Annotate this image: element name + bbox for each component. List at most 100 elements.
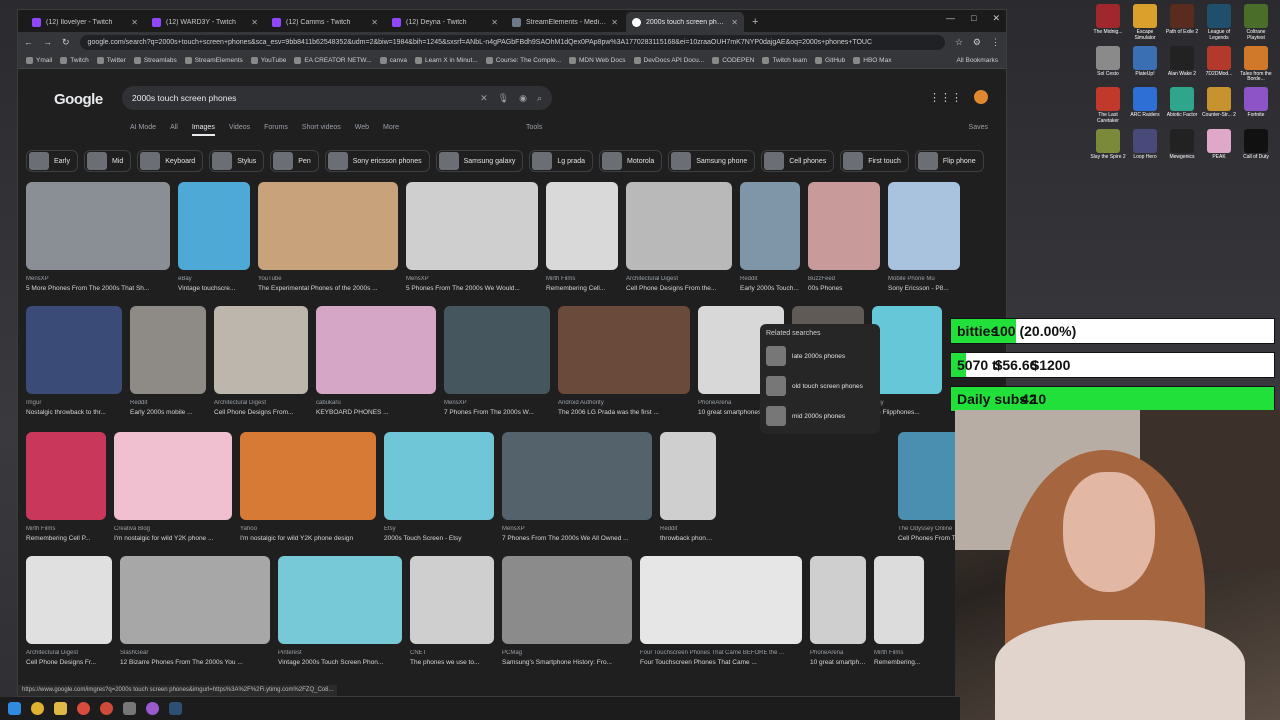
search-tab-images[interactable]: Images <box>191 124 215 136</box>
image-result[interactable]: Etsy 2000s Touch Screen - Etsy <box>384 432 494 542</box>
result-source[interactable]: Mirth Films <box>546 276 618 282</box>
result-caption[interactable]: The Experimental Phones of the 2000s ... <box>258 285 398 292</box>
result-caption[interactable]: 5 Phones From The 2000s We Would... <box>406 285 538 292</box>
bookmark-star-icon[interactable]: ☆ <box>955 37 963 48</box>
result-source[interactable]: MensXP <box>444 400 550 406</box>
result-source[interactable]: Architectural Digest <box>214 400 308 406</box>
bookmark-item[interactable]: Twitch team <box>762 56 807 64</box>
result-thumbnail[interactable] <box>26 556 112 644</box>
settings-icon[interactable] <box>123 702 136 715</box>
image-result[interactable]: Mirth Films Remembering... <box>874 556 924 666</box>
result-source[interactable]: PCMag <box>502 650 632 656</box>
result-thumbnail[interactable] <box>874 556 924 644</box>
result-thumbnail[interactable] <box>178 182 250 270</box>
result-thumbnail[interactable] <box>316 306 436 394</box>
result-caption[interactable]: 10 great smartpho... <box>810 659 866 666</box>
result-thumbnail[interactable] <box>626 182 732 270</box>
image-result[interactable]: MensXP 7 Phones From The 2000s W... <box>444 306 550 416</box>
bookmark-item[interactable]: Twitch <box>60 56 89 64</box>
bookmark-item[interactable]: HBO Max <box>853 56 891 64</box>
search-tab-videos[interactable]: Videos <box>229 124 250 136</box>
result-caption[interactable]: Remembering Cell P... <box>26 535 106 542</box>
close-tab-icon[interactable]: ✕ <box>251 18 258 27</box>
camera-icon[interactable]: ◉ <box>519 93 527 104</box>
refinement-chip[interactable]: Pen <box>270 150 319 172</box>
browser-tab[interactable]: StreamElements - Media r ✕ <box>506 12 624 32</box>
search-tab-forums[interactable]: Forums <box>264 124 288 136</box>
desktop-shortcut[interactable]: Loop Hero <box>1127 128 1163 161</box>
result-thumbnail[interactable] <box>872 306 942 394</box>
image-result[interactable]: Reddit Early 2000s Touch... <box>740 182 800 292</box>
result-source[interactable]: MensXP <box>26 276 170 282</box>
tools-button[interactable]: Tools <box>526 124 542 131</box>
refinement-chip[interactable]: Stylus <box>209 150 265 172</box>
result-caption[interactable]: 00s Phones <box>808 285 880 292</box>
bookmark-item[interactable]: DevDocs API Docu... <box>633 56 704 64</box>
desktop-shortcut[interactable]: Escape Simulator <box>1127 4 1163 42</box>
result-thumbnail[interactable] <box>640 556 802 644</box>
google-logo[interactable]: Google <box>54 91 103 108</box>
result-source[interactable]: Etsy <box>384 526 494 532</box>
result-caption[interactable]: Sony Ericsson - P8... <box>888 285 960 292</box>
result-thumbnail[interactable] <box>214 306 308 394</box>
refinement-chip[interactable]: Cell phones <box>761 150 835 172</box>
result-thumbnail[interactable] <box>406 182 538 270</box>
image-result[interactable]: Four Touchscreen Phones That Came BEFORE… <box>640 556 802 666</box>
result-caption[interactable]: Vintage 2000s Touch Screen Phon... <box>278 659 402 666</box>
browser-tab[interactable]: (12) WARD3Y - Twitch ✕ <box>146 12 264 32</box>
search-tab-short-videos[interactable]: Short videos <box>302 124 341 136</box>
result-thumbnail[interactable] <box>558 306 690 394</box>
search-input[interactable]: 2000s touch screen phones <box>132 93 470 103</box>
bookmark-item[interactable]: Streamlabs <box>133 56 177 64</box>
desktop-shortcut[interactable]: The Last Caretaker <box>1090 87 1126 125</box>
desktop-shortcut[interactable]: Call of Duty <box>1238 128 1274 161</box>
bookmark-item[interactable]: Learn X in Minut... <box>414 56 478 64</box>
browser-tab[interactable]: (12) Camms - Twitch ✕ <box>266 12 384 32</box>
result-thumbnail[interactable] <box>240 432 376 520</box>
image-result[interactable]: Mobile Phone Mu Sony Ericsson - P8... <box>888 182 960 292</box>
menu-icon[interactable]: ⋮ <box>991 37 1000 48</box>
desktop-shortcut[interactable]: The Midnig... <box>1090 4 1126 42</box>
result-thumbnail[interactable] <box>502 432 652 520</box>
image-result[interactable]: Architectural Digest Cell Phone Designs F… <box>26 556 112 666</box>
mic-icon[interactable]: 🎙 <box>498 93 509 104</box>
refinement-chip[interactable]: Samsung phone <box>668 150 756 172</box>
refinement-chip[interactable]: Samsung galaxy <box>435 150 524 172</box>
chrome-icon[interactable] <box>77 702 90 715</box>
image-result[interactable]: Yahoo I'm nostalgic for wild Y2K phone de… <box>240 432 376 542</box>
image-result[interactable]: Imgur Nostalgic throwback to thr... <box>26 306 122 416</box>
desktop-shortcut[interactable]: PEAK <box>1201 128 1237 161</box>
result-source[interactable]: MensXP <box>406 276 538 282</box>
result-source[interactable]: Architectural Digest <box>626 276 732 282</box>
desktop-shortcut[interactable]: Coltrane Playtest <box>1238 4 1274 42</box>
result-source[interactable]: Architectural Digest <box>26 650 112 656</box>
image-result[interactable]: MensXP 5 Phones From The 2000s We Would..… <box>406 182 538 292</box>
maximize-icon[interactable]: □ <box>971 13 976 24</box>
result-thumbnail[interactable] <box>26 432 106 520</box>
result-source[interactable]: eBay <box>178 276 250 282</box>
result-thumbnail[interactable] <box>120 556 270 644</box>
refinement-chip[interactable]: Keyboard <box>137 150 204 172</box>
result-source[interactable]: Android Authority <box>558 400 690 406</box>
bookmark-item[interactable]: CODEPEN <box>712 56 754 64</box>
result-thumbnail[interactable] <box>114 432 232 520</box>
browser-tab[interactable]: (12) Ilovelyer - Twitch ✕ <box>26 12 144 32</box>
reload-icon[interactable]: ↻ <box>62 37 70 48</box>
image-result[interactable]: Mirth Films Remembering Cell P... <box>26 432 106 542</box>
close-icon[interactable]: ✕ <box>992 13 1000 24</box>
result-source[interactable]: Mirth Films <box>874 650 924 656</box>
bookmark-item[interactable]: MDN Web Docs <box>569 56 626 64</box>
related-search-item[interactable]: old touch screen phones <box>766 375 874 397</box>
result-caption[interactable]: The 2006 LG Prada was the first ... <box>558 409 690 416</box>
image-result[interactable]: PCMag Samsung's Smartphone History: Fro..… <box>502 556 632 666</box>
result-source[interactable]: Yahoo <box>240 526 376 532</box>
related-search-item[interactable]: mid 2000s phones <box>766 405 874 427</box>
search-tab-more[interactable]: More <box>383 124 399 136</box>
image-result[interactable]: CNET The phones we use to... <box>410 556 494 666</box>
refinement-chip[interactable]: Sony ericsson phones <box>324 150 430 172</box>
result-caption[interactable]: Cell Phone Designs Fr... <box>26 659 112 666</box>
result-caption[interactable]: Vintage touchscre... <box>178 285 250 292</box>
result-thumbnail[interactable] <box>740 182 800 270</box>
obs-icon[interactable] <box>146 702 159 715</box>
refinement-chip[interactable]: Motorola <box>599 150 663 172</box>
